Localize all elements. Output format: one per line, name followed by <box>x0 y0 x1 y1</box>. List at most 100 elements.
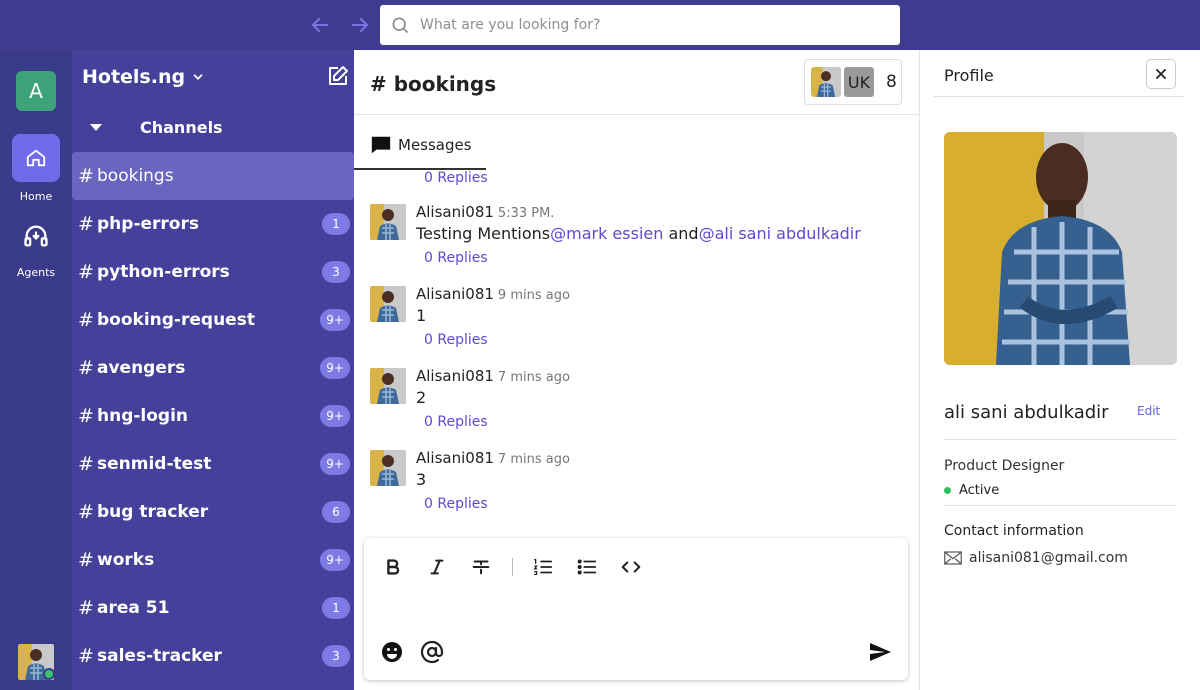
member-initials-avatar: UK <box>844 67 874 97</box>
channel-item-works[interactable]: # works 9+ <box>72 536 354 584</box>
search-bar[interactable] <box>380 5 900 45</box>
message-time: 9 mins ago <box>497 288 570 303</box>
message-time: 7 mins ago <box>497 370 570 385</box>
hash-icon: # <box>78 549 94 571</box>
edit-profile-link[interactable]: Edit <box>1137 404 1160 418</box>
message-author[interactable]: Alisani081 <box>416 203 494 221</box>
member-avatar <box>811 67 841 97</box>
code-icon[interactable] <box>620 556 642 578</box>
workspace-avatar[interactable]: A <box>16 71 56 111</box>
mention-icon[interactable] <box>420 640 444 664</box>
hash-icon: # <box>78 261 94 283</box>
channel-item-hng-login[interactable]: # hng-login 9+ <box>72 392 354 440</box>
mention-link[interactable]: @ali sani abdulkadir <box>699 224 861 243</box>
channel-item-avengers[interactable]: # avengers 9+ <box>72 344 354 392</box>
channel-item-bug-tracker[interactable]: # bug tracker 6 <box>72 488 354 536</box>
tab-label: Messages <box>398 136 472 154</box>
message-text-mid: and <box>663 224 699 243</box>
channels-section-toggle[interactable]: Channels <box>90 118 223 137</box>
close-button[interactable] <box>1146 59 1176 89</box>
message-time: 7 mins ago <box>497 452 570 467</box>
message-text: 1 <box>416 306 427 325</box>
members-button[interactable]: UK 8 <box>804 59 902 105</box>
message-author[interactable]: Alisani081 <box>416 285 494 303</box>
headset-icon[interactable] <box>22 222 50 250</box>
compose-icon[interactable] <box>326 64 350 88</box>
emoji-icon[interactable] <box>380 640 404 664</box>
contact-heading: Contact information <box>944 523 1084 539</box>
unread-badge: 9+ <box>320 453 350 475</box>
channel-name: works <box>97 550 155 570</box>
message-text: 2 <box>416 388 427 407</box>
profile-photo <box>944 132 1177 365</box>
arrow-right-icon[interactable] <box>348 13 372 37</box>
message-list: 0 Replies Alisani081 5:33 PM. Testing Men… <box>354 170 919 538</box>
profile-name: ali sani abdulkadir <box>944 402 1109 423</box>
search-input[interactable] <box>420 17 880 33</box>
channel-name: sales-tracker <box>97 646 222 666</box>
unread-badge: 9+ <box>320 309 350 331</box>
channel-name: bookings <box>97 166 174 186</box>
avatar[interactable] <box>370 286 406 322</box>
profile-title: Profile <box>944 66 994 85</box>
arrow-left-icon[interactable] <box>308 13 332 37</box>
channel-item-booking-request[interactable]: # booking-request 9+ <box>72 296 354 344</box>
message-author[interactable]: Alisani081 <box>416 367 494 385</box>
unread-badge: 3 <box>322 261 350 283</box>
channel-view: # bookings UK 8 Messages 0 Replies Alisa… <box>354 50 919 690</box>
profile-email[interactable]: alisani081@gmail.com <box>969 550 1128 566</box>
online-status-dot <box>43 668 55 680</box>
profile-divider <box>944 439 1177 440</box>
bold-icon[interactable] <box>382 556 404 578</box>
avatar[interactable] <box>370 368 406 404</box>
replies-link[interactable]: 0 Replies <box>424 496 488 512</box>
bullet-list-icon[interactable] <box>576 556 598 578</box>
hash-icon: # <box>78 213 94 235</box>
search-icon <box>392 17 409 34</box>
workspace-rail: A Home Agents <box>0 50 72 690</box>
mention-link[interactable]: @mark essien <box>550 224 663 243</box>
home-icon <box>26 149 46 167</box>
workspace-switcher[interactable]: Hotels.ng <box>82 66 205 88</box>
channel-name: senmid-test <box>97 454 212 474</box>
hash-icon: # <box>78 357 94 379</box>
message-composer[interactable] <box>364 538 908 680</box>
channel-name: python-errors <box>97 262 230 282</box>
agents-label: Agents <box>16 266 56 279</box>
replies-link[interactable]: 0 Replies <box>424 170 488 186</box>
channel-item-area-51[interactable]: # area 51 1 <box>72 584 354 632</box>
strikethrough-icon[interactable] <box>470 556 492 578</box>
send-icon[interactable] <box>868 640 892 664</box>
channel-name: area 51 <box>97 598 170 618</box>
unread-badge: 9+ <box>320 405 350 427</box>
profile-divider <box>934 96 1184 97</box>
avatar[interactable] <box>370 204 406 240</box>
channel-item-php-errors[interactable]: # php-errors 1 <box>72 200 354 248</box>
caret-down-icon <box>90 124 102 131</box>
replies-link[interactable]: 0 Replies <box>424 332 488 348</box>
channel-item-python-errors[interactable]: # python-errors 3 <box>72 248 354 296</box>
message-author[interactable]: Alisani081 <box>416 449 494 467</box>
channel-list: # bookings # php-errors 1 # python-errors 3 #… <box>72 152 354 680</box>
channel-item-sales-tracker[interactable]: # sales-tracker 3 <box>72 632 354 680</box>
home-button[interactable] <box>12 134 60 182</box>
channel-name: booking-request <box>97 310 255 330</box>
replies-link[interactable]: 0 Replies <box>424 250 488 266</box>
profile-role: Product Designer <box>944 458 1065 474</box>
ordered-list-icon[interactable] <box>532 556 554 578</box>
tab-messages[interactable]: Messages <box>354 134 486 170</box>
replies-link[interactable]: 0 Replies <box>424 414 488 430</box>
hash-icon: # <box>78 501 94 523</box>
channel-name: avengers <box>97 358 186 378</box>
chevron-down-icon <box>193 74 203 80</box>
channel-item-bookings[interactable]: # bookings <box>72 152 354 200</box>
avatar[interactable] <box>370 450 406 486</box>
italic-icon[interactable] <box>426 556 448 578</box>
email-row[interactable]: alisani081@gmail.com <box>944 550 1128 566</box>
channel-name: hng-login <box>97 406 189 426</box>
unread-badge: 1 <box>322 213 350 235</box>
channel-item-senmid-test[interactable]: # senmid-test 9+ <box>72 440 354 488</box>
unread-badge: 3 <box>322 645 350 667</box>
member-count: 8 <box>886 72 897 92</box>
hash-icon: # <box>78 453 94 475</box>
